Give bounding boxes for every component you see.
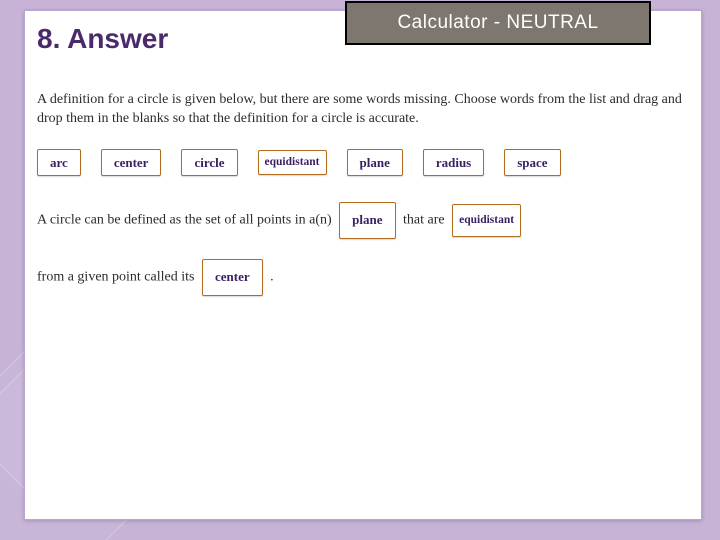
blank-3[interactable]: center	[202, 259, 263, 296]
blank-1[interactable]: plane	[339, 202, 395, 239]
word-chip-equidistant[interactable]: equidistant	[258, 150, 327, 176]
word-chip-plane[interactable]: plane	[347, 149, 403, 177]
slide-title: 8. Answer	[37, 23, 168, 55]
sentence-part3: from a given point called its	[37, 269, 194, 284]
word-chip-circle[interactable]: circle	[181, 149, 237, 177]
problem-content: A definition for a circle is given below…	[37, 91, 691, 316]
sentence-part2: that are	[403, 213, 445, 228]
blank-2[interactable]: equidistant	[452, 204, 521, 237]
word-bank: arc center circle equidistant plane radi…	[37, 149, 691, 177]
word-chip-radius[interactable]: radius	[423, 149, 484, 177]
word-chip-center[interactable]: center	[101, 149, 162, 177]
word-chip-space[interactable]: space	[504, 149, 560, 177]
definition-sentence-line1: A circle can be defined as the set of al…	[37, 202, 691, 239]
definition-sentence-line2: from a given point called its center .	[37, 259, 691, 296]
calculator-status-box: Calculator - NEUTRAL	[345, 1, 651, 45]
sentence-part1: A circle can be defined as the set of al…	[37, 213, 332, 228]
word-chip-arc[interactable]: arc	[37, 149, 81, 177]
sentence-part4: .	[270, 269, 274, 284]
instructions-text: A definition for a circle is given below…	[37, 91, 691, 129]
slide-frame: 8. Answer Calculator - NEUTRAL A definit…	[24, 10, 702, 520]
